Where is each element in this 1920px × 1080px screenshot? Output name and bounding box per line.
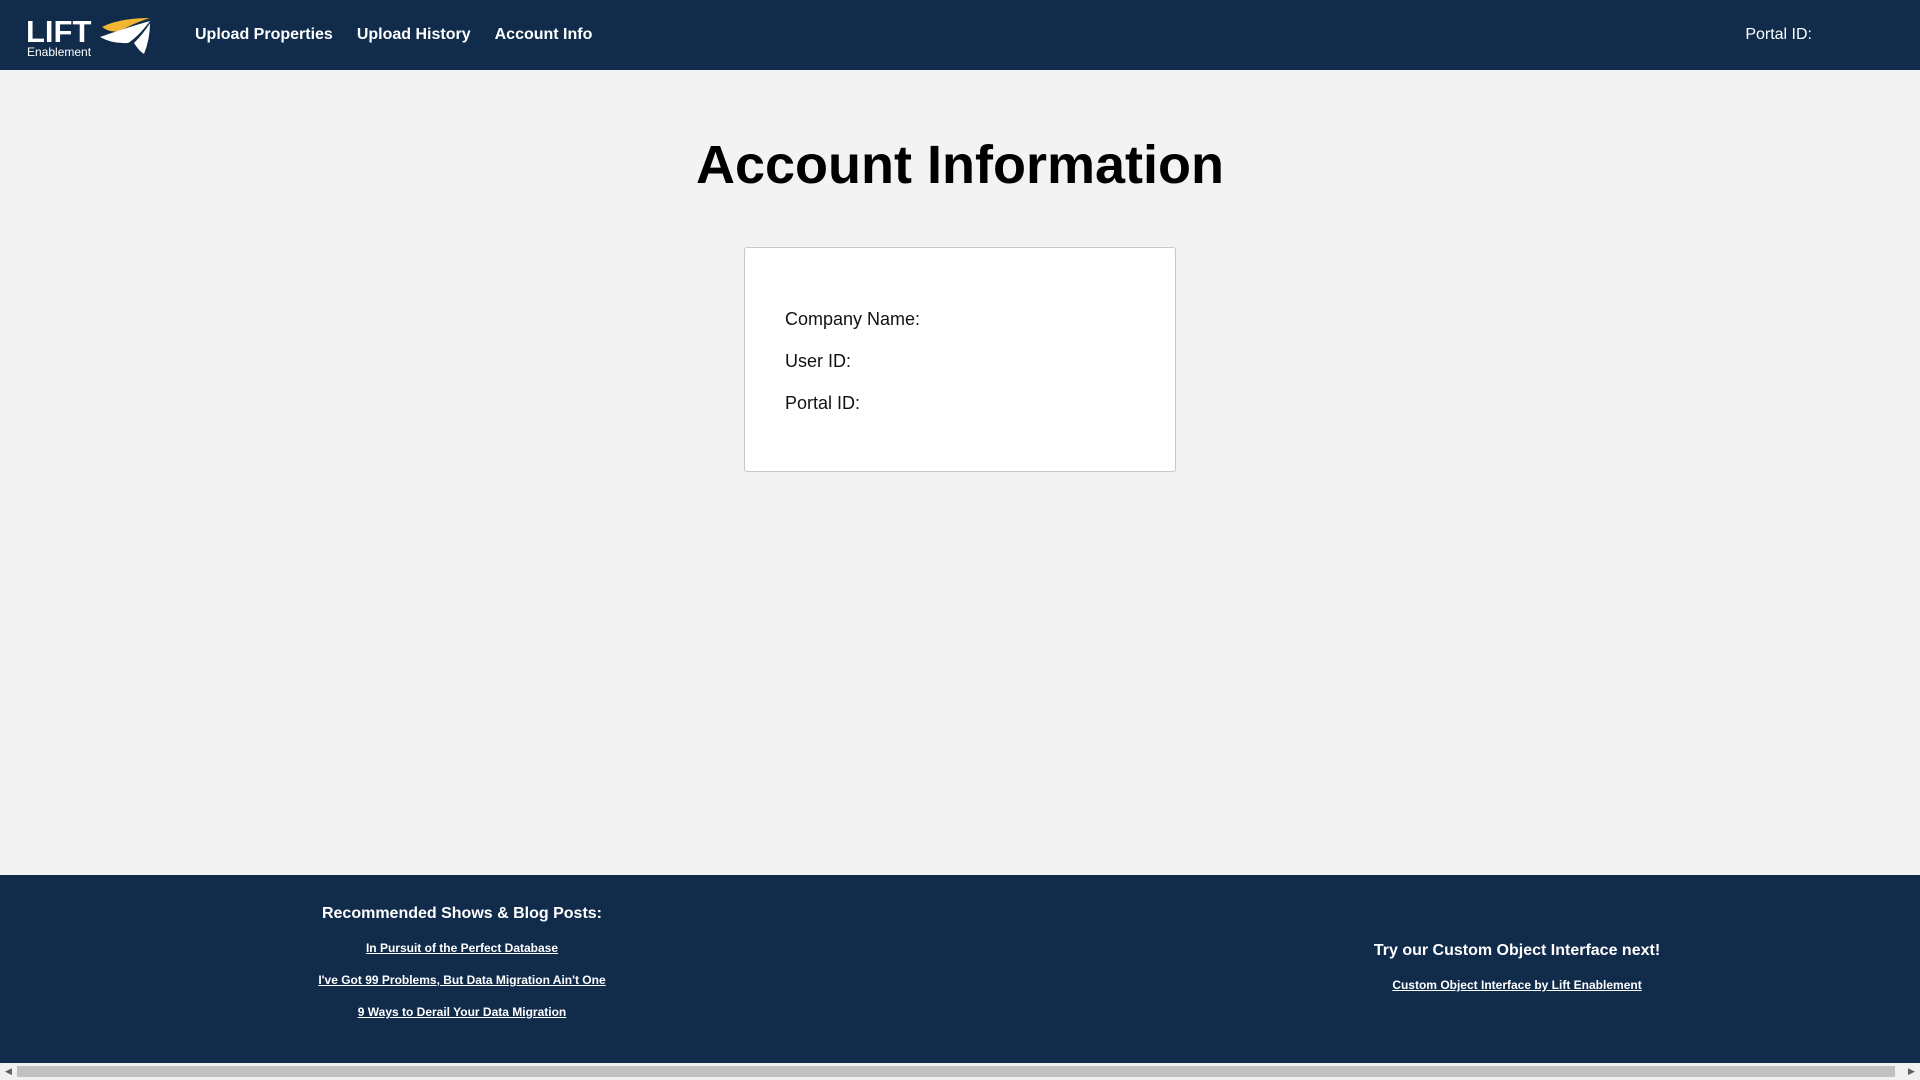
page-title: Account Information	[696, 135, 1224, 195]
company-name-label: Company Name:	[785, 309, 921, 329]
horizontal-scrollbar[interactable]: ◀ ▶	[0, 1063, 1920, 1080]
scrollbar-thumb[interactable]	[17, 1066, 1895, 1077]
footer-link-99-problems[interactable]: I've Got 99 Problems, But Data Migration…	[262, 973, 662, 987]
user-id-label: User ID:	[785, 351, 852, 371]
arrow-left-icon[interactable]: ◀	[0, 1063, 17, 1080]
footer-link-perfect-database[interactable]: In Pursuit of the Perfect Database	[262, 941, 662, 955]
footer-recommended-heading: Recommended Shows & Blog Posts:	[321, 905, 603, 922]
logo-sub-text: Enablement	[27, 45, 92, 59]
logo-main-text: LIFT	[26, 14, 92, 49]
nav-upload-properties[interactable]: Upload Properties	[195, 26, 333, 44]
footer-custom-object-section: Try our Custom Object Interface next! Cu…	[1317, 942, 1717, 992]
footer: Recommended Shows & Blog Posts: In Pursu…	[0, 875, 1920, 1063]
logo-wing-icon	[100, 18, 150, 54]
lift-enablement-logo[interactable]: LIFT Enablement	[26, 16, 154, 58]
footer-recommended-section: Recommended Shows & Blog Posts: In Pursu…	[262, 905, 662, 1019]
portal-id-label: Portal ID:	[785, 393, 861, 413]
nav-links: Upload Properties Upload History Account…	[195, 0, 616, 70]
nav-portal-id: Portal ID:	[1745, 26, 1812, 43]
top-navbar: LIFT Enablement Upload Properties Upload…	[0, 0, 1920, 70]
footer-link-derail-migration[interactable]: 9 Ways to Derail Your Data Migration	[262, 1005, 662, 1019]
footer-custom-object-heading: Try our Custom Object Interface next!	[1373, 942, 1661, 959]
arrow-right-icon[interactable]: ▶	[1903, 1063, 1920, 1080]
nav-account-info[interactable]: Account Info	[495, 26, 593, 44]
footer-link-custom-object-interface[interactable]: Custom Object Interface by Lift Enableme…	[1317, 978, 1717, 992]
nav-upload-history[interactable]: Upload History	[357, 26, 471, 44]
account-info-card: Company Name: User ID: Portal ID:	[744, 247, 1176, 472]
